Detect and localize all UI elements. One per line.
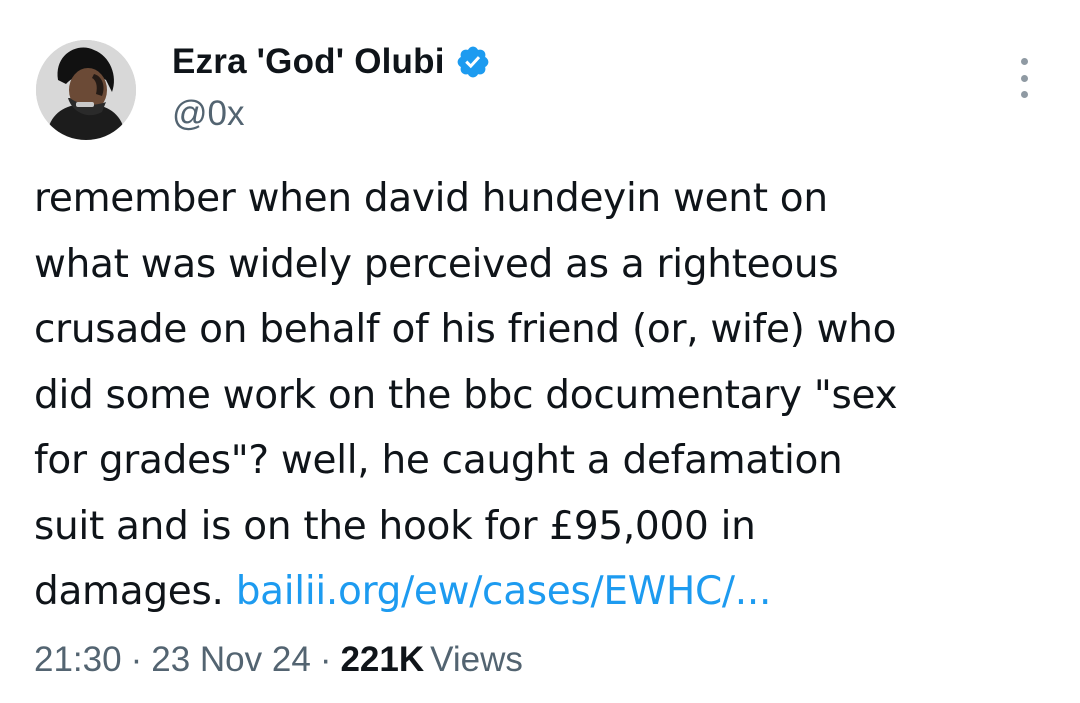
tweet-text-fragment: damages.	[34, 569, 236, 614]
tweet-link[interactable]: bailii.org/ew/cases/EWHC/...	[236, 569, 772, 614]
tweet-time[interactable]: 21:30	[34, 640, 122, 680]
avatar[interactable]	[36, 40, 136, 140]
tweet-meta: 21:30 · 23 Nov 24 · 221K Views	[34, 634, 523, 686]
meta-separator: ·	[319, 640, 332, 679]
more-dot-icon	[1020, 58, 1028, 65]
tweet-header: Ezra 'God' Olubi @0x	[0, 0, 1080, 170]
meta-separator: ·	[130, 640, 143, 679]
tweet-line: suit and is on the hook for £95,000 in	[34, 503, 756, 549]
tweet-line: remember when david hundeyin went on	[34, 176, 828, 221]
tweet-line: did some work on the bbc documentary "se…	[34, 372, 898, 418]
verified-badge-icon[interactable]	[455, 44, 491, 80]
tweet-line: for grades"? well, he caught a defamatio…	[34, 438, 843, 483]
tweet-line: crusade on behalf of his friend (or, wif…	[34, 307, 897, 352]
views-count: 221K	[340, 640, 425, 679]
tweet-line: what was widely perceived as a righteous	[34, 241, 839, 287]
author-info: Ezra 'God' Olubi @0x	[172, 40, 491, 134]
tweet-date[interactable]: 23 Nov 24	[151, 640, 311, 680]
avatar-photo	[36, 40, 136, 140]
tweet-text: remember when david hundeyin went on wha…	[34, 166, 1054, 625]
views-label: Views	[430, 640, 523, 679]
more-dot-icon	[1020, 91, 1028, 98]
display-name[interactable]: Ezra 'God' Olubi	[172, 42, 445, 82]
display-name-row: Ezra 'God' Olubi	[172, 40, 491, 84]
user-handle[interactable]: @0x	[172, 94, 491, 134]
tweet-card: Ezra 'God' Olubi @0x remember when david…	[0, 0, 1080, 703]
more-options-icon[interactable]	[1012, 58, 1036, 98]
more-dot-icon	[1020, 74, 1028, 82]
tweet-line-last: damages. bailii.org/ew/cases/EWHC/...	[34, 559, 1054, 625]
